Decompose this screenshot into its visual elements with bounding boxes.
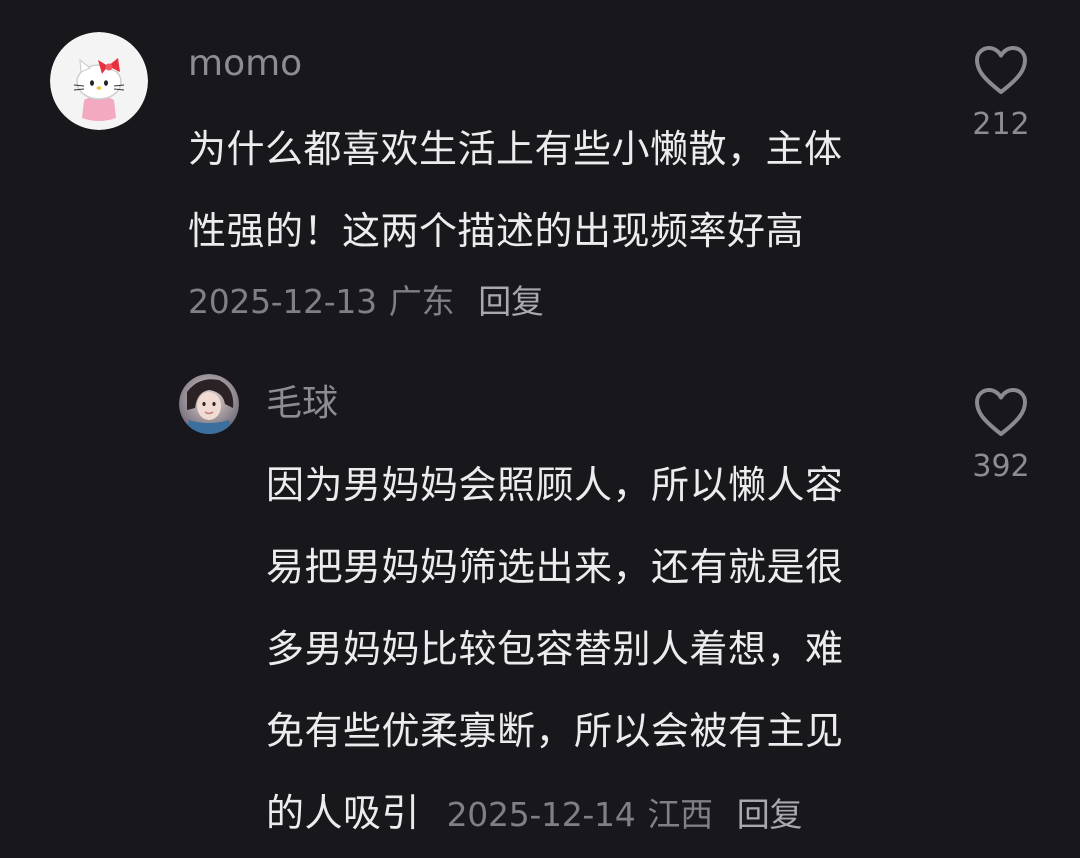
comment-location: 江西 bbox=[647, 795, 713, 834]
like-count: 392 bbox=[972, 449, 1030, 484]
comment-content-line: 免有些优柔寡断，所以会被有主见 bbox=[266, 709, 844, 753]
comment-content: 为什么都喜欢生活上有些小懒散，主体 性强的！这两个描述的出现频率好高 bbox=[188, 108, 928, 272]
reply-comment-item: 毛球 因为男妈妈会照顾人，所以懒人容 易把男妈妈筛选出来，还有就是很 多男妈妈比… bbox=[0, 340, 1080, 858]
like-button[interactable]: 212 bbox=[961, 44, 1041, 142]
comment-date: 2025-12-13 bbox=[188, 282, 377, 321]
comment-content-line: 性强的！这两个描述的出现频率好高 bbox=[188, 209, 805, 253]
hello-kitty-avatar-icon[interactable] bbox=[50, 32, 148, 130]
comment-content: 因为男妈妈会照顾人，所以懒人容 易把男妈妈筛选出来，还有就是很 多男妈妈比较包容… bbox=[266, 444, 946, 856]
comment-content-line: 多男妈妈比较包容替别人着想，难 bbox=[266, 627, 844, 671]
comment-meta: 2025-12-14 江西 回复 bbox=[447, 795, 803, 834]
comment-content-line: 因为男妈妈会照顾人，所以懒人容 bbox=[266, 463, 844, 507]
comment-location: 广东 bbox=[388, 282, 455, 321]
reply-button[interactable]: 回复 bbox=[737, 795, 803, 834]
reply-button[interactable]: 回复 bbox=[478, 282, 544, 321]
comment-username[interactable]: momo bbox=[188, 44, 302, 84]
comment-content-line: 易把男妈妈筛选出来，还有就是很 bbox=[266, 545, 844, 589]
comment-meta: 2025-12-13 广东 回复 bbox=[188, 282, 544, 322]
comment-item: momo 为什么都喜欢生活上有些小懒散，主体 性强的！这两个描述的出现频率好高 … bbox=[0, 0, 1080, 340]
comment-username[interactable]: 毛球 bbox=[266, 384, 338, 424]
comment-content-line: 为什么都喜欢生活上有些小懒散，主体 bbox=[188, 127, 843, 171]
comment-date: 2025-12-14 bbox=[446, 795, 636, 834]
comment-content-line: 的人吸引 bbox=[266, 791, 421, 835]
portrait-photo-avatar-icon[interactable] bbox=[179, 374, 239, 434]
heart-outline-icon bbox=[975, 46, 1027, 94]
like-count: 212 bbox=[972, 107, 1030, 142]
like-button[interactable]: 392 bbox=[961, 386, 1041, 484]
heart-outline-icon bbox=[975, 388, 1027, 436]
comment-content-line-with-meta: 的人吸引 2025-12-14 江西 回复 bbox=[266, 772, 946, 856]
